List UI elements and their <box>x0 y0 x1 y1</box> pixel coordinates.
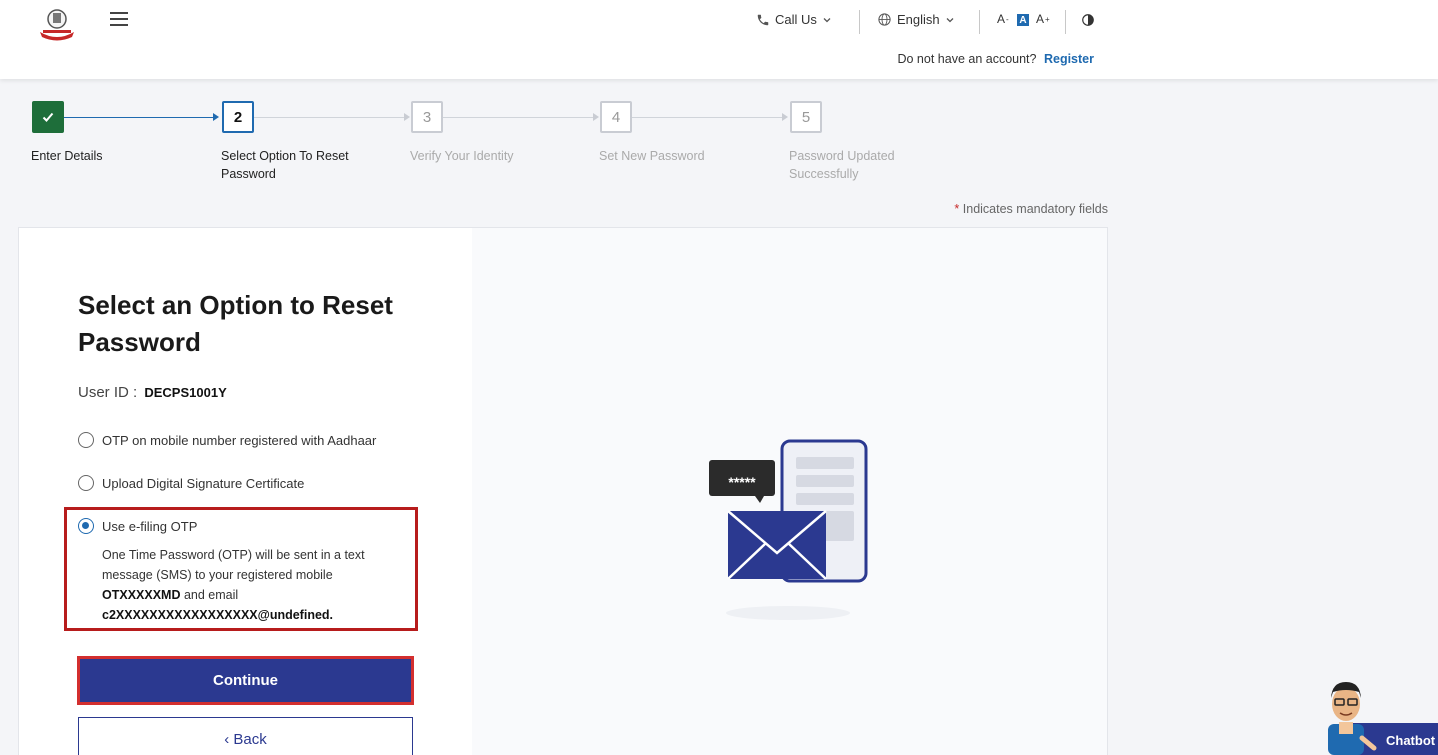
step-1-label: Enter Details <box>31 149 103 163</box>
step-5-box: 5 <box>790 101 822 133</box>
font-increase-button[interactable]: A + <box>1036 12 1050 26</box>
step-3-number: 3 <box>422 108 432 126</box>
back-button[interactable]: ‹ Back <box>78 717 413 755</box>
step-connector <box>64 117 216 118</box>
page-title: Select an Option to Reset Password <box>78 290 393 357</box>
phone-icon <box>757 14 769 25</box>
no-account-text: Do not have an account? <box>897 52 1037 66</box>
masked-mobile: OTXXXXXMD <box>102 588 181 602</box>
header-divider <box>1065 10 1066 34</box>
contrast-icon <box>1082 14 1094 26</box>
step-1-box <box>32 101 64 133</box>
mandatory-star: * <box>954 202 960 216</box>
efiling-desc-prefix: One Time Password (OTP) will be sent in … <box>102 548 365 582</box>
step-3-label: Verify Your Identity <box>410 149 514 163</box>
step-4-number: 4 <box>611 108 621 126</box>
user-id-value: DECPS1001Y <box>144 385 227 400</box>
efiling-otp-description: One Time Password (OTP) will be sent in … <box>102 545 402 625</box>
option-efiling-otp[interactable]: Use e-filing OTP <box>78 518 197 534</box>
step-2-label: Select Option To Reset Password <box>221 149 349 181</box>
chevron-down-icon <box>946 17 954 22</box>
font-decrease-label: A <box>997 12 1006 26</box>
user-id-row: User ID : DECPS1001Y <box>78 384 227 401</box>
register-link[interactable]: Register <box>1044 52 1094 66</box>
font-decrease-button[interactable]: A- <box>997 12 1009 26</box>
radio-efiling-otp[interactable] <box>78 518 94 534</box>
mandatory-note: * Indicates mandatory fields <box>954 202 1108 216</box>
chatbot-label[interactable]: Chatbot <box>1386 733 1435 748</box>
continue-button[interactable]: Continue <box>77 656 414 705</box>
option-dsc[interactable]: Upload Digital Signature Certificate <box>78 475 304 491</box>
masked-email: c2XXXXXXXXXXXXXXXXX@undefined. <box>102 608 334 622</box>
header-divider <box>859 10 860 34</box>
globe-icon <box>878 13 891 26</box>
bubble-text: ***** <box>728 474 756 490</box>
step-connector <box>443 117 595 118</box>
step-5-label: Password Updated Successfully <box>789 149 895 181</box>
emblem-logo-icon[interactable] <box>36 6 78 42</box>
radio-aadhaar-otp[interactable] <box>78 432 94 448</box>
option-aadhaar-otp[interactable]: OTP on mobile number registered with Aad… <box>78 432 376 448</box>
step-arrow-icon <box>213 113 219 121</box>
top-header: Call Us English A- A A + Do not have an a… <box>0 0 1438 79</box>
step-4-box: 4 <box>600 101 632 133</box>
step-arrow-icon <box>404 113 410 121</box>
language-label: English <box>897 12 940 27</box>
otp-message-illustration-icon: ***** <box>709 439 868 620</box>
contrast-toggle[interactable] <box>1081 13 1095 27</box>
user-id-label: User ID : <box>78 384 138 401</box>
efiling-desc-middle: and email <box>180 588 239 602</box>
check-icon <box>42 112 54 122</box>
chevron-down-icon <box>823 17 831 22</box>
mandatory-text: Indicates mandatory fields <box>962 202 1108 216</box>
account-prompt: Do not have an account? Register <box>897 52 1094 66</box>
font-increase-label: A <box>1036 12 1045 26</box>
step-arrow-icon <box>593 113 599 121</box>
step-2-box: 2 <box>222 101 254 133</box>
option-dsc-label: Upload Digital Signature Certificate <box>102 475 305 491</box>
font-default-label: A <box>1019 14 1027 26</box>
call-us-label: Call Us <box>775 12 817 27</box>
option-aadhaar-otp-label: OTP on mobile number registered with Aad… <box>102 432 377 448</box>
step-2-number: 2 <box>233 108 243 126</box>
step-arrow-icon <box>782 113 788 121</box>
step-4-label: Set New Password <box>599 149 705 163</box>
call-us-dropdown[interactable]: Call Us <box>756 12 832 27</box>
language-dropdown[interactable]: English <box>877 12 955 27</box>
font-default-button[interactable]: A <box>1017 14 1029 26</box>
radio-dsc[interactable] <box>78 475 94 491</box>
header-divider <box>979 10 980 34</box>
step-5-number: 5 <box>801 108 811 126</box>
step-3-box: 3 <box>411 101 443 133</box>
step-connector <box>632 117 784 118</box>
hamburger-menu-icon[interactable] <box>110 12 128 26</box>
step-connector <box>254 117 406 118</box>
option-efiling-otp-label: Use e-filing OTP <box>102 518 198 534</box>
